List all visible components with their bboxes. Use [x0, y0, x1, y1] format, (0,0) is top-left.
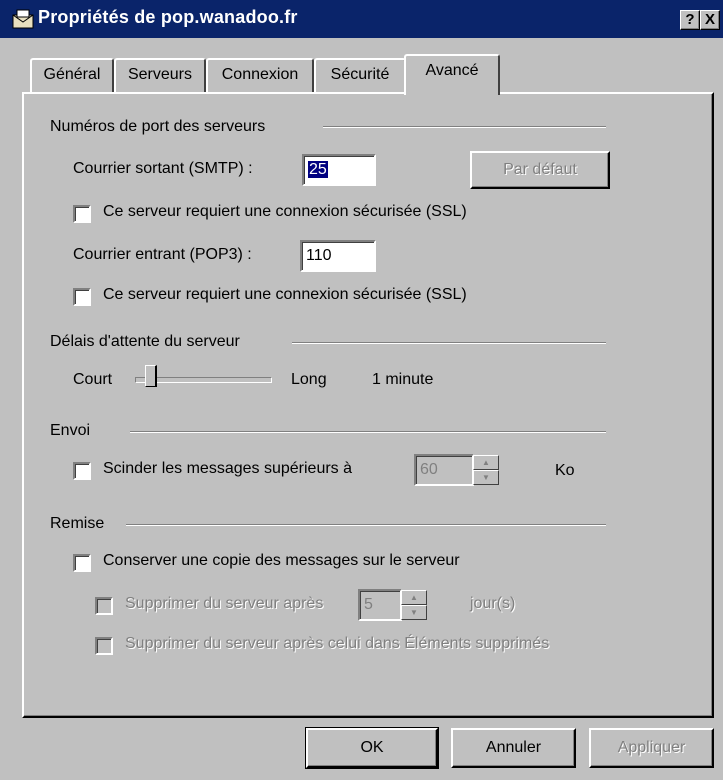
split-size-input[interactable]: 60 — [414, 454, 474, 486]
tab-serveurs[interactable]: Serveurs — [114, 58, 206, 92]
spin-down-icon[interactable]: ▼ — [473, 470, 499, 485]
split-messages-checkbox[interactable] — [73, 462, 91, 480]
sending-group-divider — [130, 431, 606, 433]
pop3-ssl-label: Ce serveur requiert une connexion sécuri… — [103, 286, 467, 303]
smtp-port-input[interactable]: 25 — [302, 154, 376, 186]
timeout-long-label: Long — [291, 371, 327, 388]
delivery-group-divider — [126, 524, 606, 526]
spin-down-icon[interactable]: ▼ — [401, 605, 427, 620]
timeout-group-divider — [292, 342, 606, 344]
window-title: Propriétés de pop.wanadoo.fr — [38, 7, 298, 27]
delete-after-days-input[interactable]: 5 — [358, 589, 402, 621]
pop3-port-label: Courrier entrant (POP3) : — [73, 246, 252, 263]
delete-after-days-unit: jour(s) — [470, 595, 516, 612]
ok-button[interactable]: OK — [305, 727, 439, 769]
sending-group-label: Envoi — [50, 422, 91, 439]
tab-connexion[interactable]: Connexion — [206, 58, 314, 92]
timeout-slider-thumb[interactable] — [145, 365, 157, 387]
ports-group-divider — [323, 126, 606, 128]
spin-up-icon[interactable]: ▲ — [473, 455, 499, 470]
apply-button[interactable]: Appliquer — [589, 728, 714, 768]
spin-up-icon[interactable]: ▲ — [401, 590, 427, 605]
timeout-group-label: Délais d'attente du serveur — [50, 333, 240, 350]
keep-copy-checkbox[interactable] — [73, 554, 91, 572]
delete-after-checkbox[interactable] — [95, 597, 113, 615]
keep-copy-label: Conserver une copie des messages sur le … — [103, 552, 460, 569]
tab-general[interactable]: Général — [30, 58, 114, 92]
timeout-value: 1 minute — [372, 371, 434, 388]
timeout-short-label: Court — [73, 371, 113, 388]
split-size-unit: Ko — [555, 462, 575, 479]
pop3-ssl-checkbox[interactable] — [73, 288, 91, 306]
pop3-port-input[interactable]: 110 — [300, 240, 376, 272]
default-port-button[interactable]: Par défaut — [470, 151, 610, 189]
ports-group-label: Numéros de port des serveurs — [50, 118, 266, 135]
title-bar[interactable]: Propriétés de pop.wanadoo.fr ? X — [0, 0, 723, 38]
split-messages-label: Scinder les messages supérieurs à — [103, 460, 353, 477]
close-button[interactable]: X — [700, 10, 720, 30]
tab-avance[interactable]: Avancé — [404, 54, 500, 95]
cancel-button[interactable]: Annuler — [451, 728, 576, 768]
tab-securite[interactable]: Sécurité — [314, 58, 406, 92]
envelope-icon — [12, 9, 34, 29]
delete-after-days-spinner[interactable]: ▲ ▼ — [401, 590, 427, 620]
smtp-ssl-label: Ce serveur requiert une connexion sécuri… — [103, 203, 467, 220]
smtp-port-label: Courrier sortant (SMTP) : — [73, 160, 253, 177]
delete-after-label: Supprimer du serveur après — [125, 595, 324, 612]
smtp-ssl-checkbox[interactable] — [73, 205, 91, 223]
help-button[interactable]: ? — [680, 10, 700, 30]
delete-with-deleted-items-checkbox[interactable] — [95, 637, 113, 655]
delete-with-deleted-items-label: Supprimer du serveur après celui dans Él… — [125, 635, 550, 652]
smtp-port-value: 25 — [308, 161, 328, 178]
delivery-group-label: Remise — [50, 515, 105, 532]
split-size-spinner[interactable]: ▲ ▼ — [473, 455, 499, 485]
